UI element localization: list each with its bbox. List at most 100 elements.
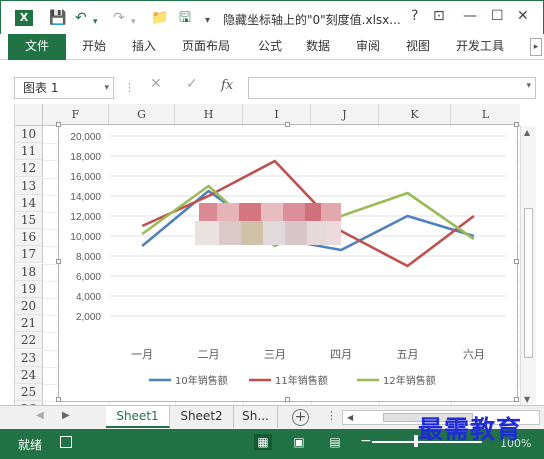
tab-insert[interactable]: 插入 [132,34,156,60]
column-header-h[interactable]: H [175,104,243,126]
resize-handle[interactable] [514,259,519,264]
redaction-blur [263,221,285,245]
sheet-tab-sheet1[interactable]: Sheet1 [106,406,170,428]
tab-formulas[interactable]: 公式 [258,34,282,60]
sheet-tab-sheet3[interactable]: Sh... [234,406,278,428]
redaction-blur [327,221,341,245]
redaction-blur [195,221,219,245]
drag-handle-icon[interactable]: ⋮ [124,81,135,94]
split-handle-icon[interactable]: ⋮ [326,409,337,422]
expand-formula-bar-icon[interactable]: ▾ [526,81,531,91]
row-header-23[interactable]: 23 [15,349,43,367]
row-header-13[interactable]: 13 [15,177,43,195]
zoom-out-icon[interactable]: − [360,433,372,449]
vertical-scrollbar[interactable]: ▲ ▼ [520,126,536,406]
close-button[interactable]: ✕ [517,8,529,24]
y-tick-label: 18,000 [70,152,101,163]
row-header-12[interactable]: 12 [15,160,43,178]
row-header-17[interactable]: 17 [15,246,43,264]
chevron-down-icon[interactable]: ▾ [104,78,109,98]
legend-label-3: 12年销售额 [383,374,436,387]
scroll-up-icon[interactable]: ▲ [524,128,530,137]
chart-object[interactable]: 20,000 18,000 16,000 14,000 12,000 10,000 8,00… [56,122,519,402]
watermark-logo: 最需教育 [418,415,523,444]
row-header-16[interactable]: 16 [15,229,43,247]
cancel-icon[interactable]: ✕ [150,76,162,92]
row-header-18[interactable]: 18 [15,263,43,281]
sheet-tab-sheet2[interactable]: Sheet2 [170,406,234,428]
minimize-button[interactable]: — [463,8,477,24]
page-break-preview-icon[interactable]: ▤ [326,434,344,450]
redaction-blur [305,203,321,221]
row-header-24[interactable]: 24 [15,366,43,384]
resize-handle[interactable] [56,122,61,127]
redaction-blur [261,203,283,221]
save-icon[interactable]: 💾 [49,9,66,27]
tab-home[interactable]: 开始 [82,34,106,60]
open-folder-icon[interactable]: 📁 [151,9,168,27]
insert-function-icon[interactable]: fx [221,78,233,93]
resize-handle[interactable] [56,259,61,264]
tab-view[interactable]: 视图 [406,34,430,60]
help-button[interactable]: ? [411,8,418,24]
row-header-21[interactable]: 21 [15,315,43,333]
row-header-22[interactable]: 22 [15,332,43,350]
ribbon-scroll-right-icon[interactable]: ▸ [530,38,542,56]
row-header-11[interactable]: 11 [15,143,43,161]
add-sheet-button[interactable]: + [292,409,309,426]
scroll-sheets-left-icon[interactable]: ◀ [36,410,44,421]
scroll-sheets-right-icon[interactable]: ▶ [62,410,70,421]
redo-icon[interactable]: ↷ [113,9,125,27]
resize-handle[interactable] [285,122,290,127]
row-header-20[interactable]: 20 [15,298,43,315]
resize-handle[interactable] [285,397,290,402]
vertical-scroll-thumb[interactable] [524,208,533,358]
row-header-15[interactable]: 15 [15,212,43,229]
column-header-k[interactable]: K [379,104,451,126]
undo-dropdown-icon[interactable]: ▾ [93,13,98,31]
select-all-corner[interactable] [15,104,43,126]
redaction-blur [241,221,263,245]
tab-file[interactable]: 文件 [8,34,66,60]
name-box[interactable]: 图表 1 ▾ [14,77,114,99]
maximize-button[interactable]: ☐ [491,8,504,24]
tab-developer[interactable]: 开发工具 [456,34,504,60]
resize-handle[interactable] [56,397,61,402]
resize-handle[interactable] [514,397,519,402]
column-header-l[interactable]: L [451,104,520,126]
y-tick-label: 2,000 [76,312,101,323]
row-header-25[interactable]: 25 [15,384,43,401]
customize-toolbar-icon[interactable]: ▾ [205,12,210,30]
enter-icon[interactable]: ✓ [186,76,198,92]
undo-icon[interactable]: ↶ [75,9,87,27]
column-header-g[interactable]: G [109,104,175,126]
redaction-blur [283,203,305,221]
redaction-blur [239,203,261,221]
resize-handle[interactable] [514,122,519,127]
tab-review[interactable]: 审阅 [356,34,380,60]
legend-label-1: 10年销售额 [175,374,228,387]
column-headers: F G H I J K L [15,104,520,126]
save-as-icon[interactable]: 🖫 [179,9,191,27]
row-header-14[interactable]: 14 [15,194,43,212]
excel-logo-icon[interactable]: X [15,10,33,26]
tab-page-layout[interactable]: 页面布局 [182,34,230,60]
y-tick-label: 4,000 [76,292,101,303]
scroll-left-icon[interactable]: ◀ [347,411,353,424]
tab-data[interactable]: 数据 [306,34,330,60]
y-tick-label: 20,000 [70,132,101,143]
title-bar: X 💾 ↶ ▾ ↷ ▾ 📁 🖫 ▾ 隐藏坐标轴上的"0"刻度值.xlsx... … [0,0,544,34]
page-layout-view-icon[interactable]: ▣ [290,434,308,450]
row-header-19[interactable]: 19 [15,280,43,298]
column-header-i[interactable]: I [243,104,311,126]
scroll-down-icon[interactable]: ▼ [524,395,530,404]
column-header-f[interactable]: F [43,104,109,126]
normal-view-icon[interactable]: ▦ [254,434,272,450]
formula-input[interactable]: ▾ [248,77,536,99]
ribbon-display-options-button[interactable]: ⊡ [433,8,445,24]
macro-record-icon[interactable] [60,436,72,448]
redo-dropdown-icon[interactable]: ▾ [131,13,136,31]
y-tick-label: 12,000 [70,212,101,223]
row-header-10[interactable]: 10 [15,126,43,143]
column-header-j[interactable]: J [311,104,379,126]
